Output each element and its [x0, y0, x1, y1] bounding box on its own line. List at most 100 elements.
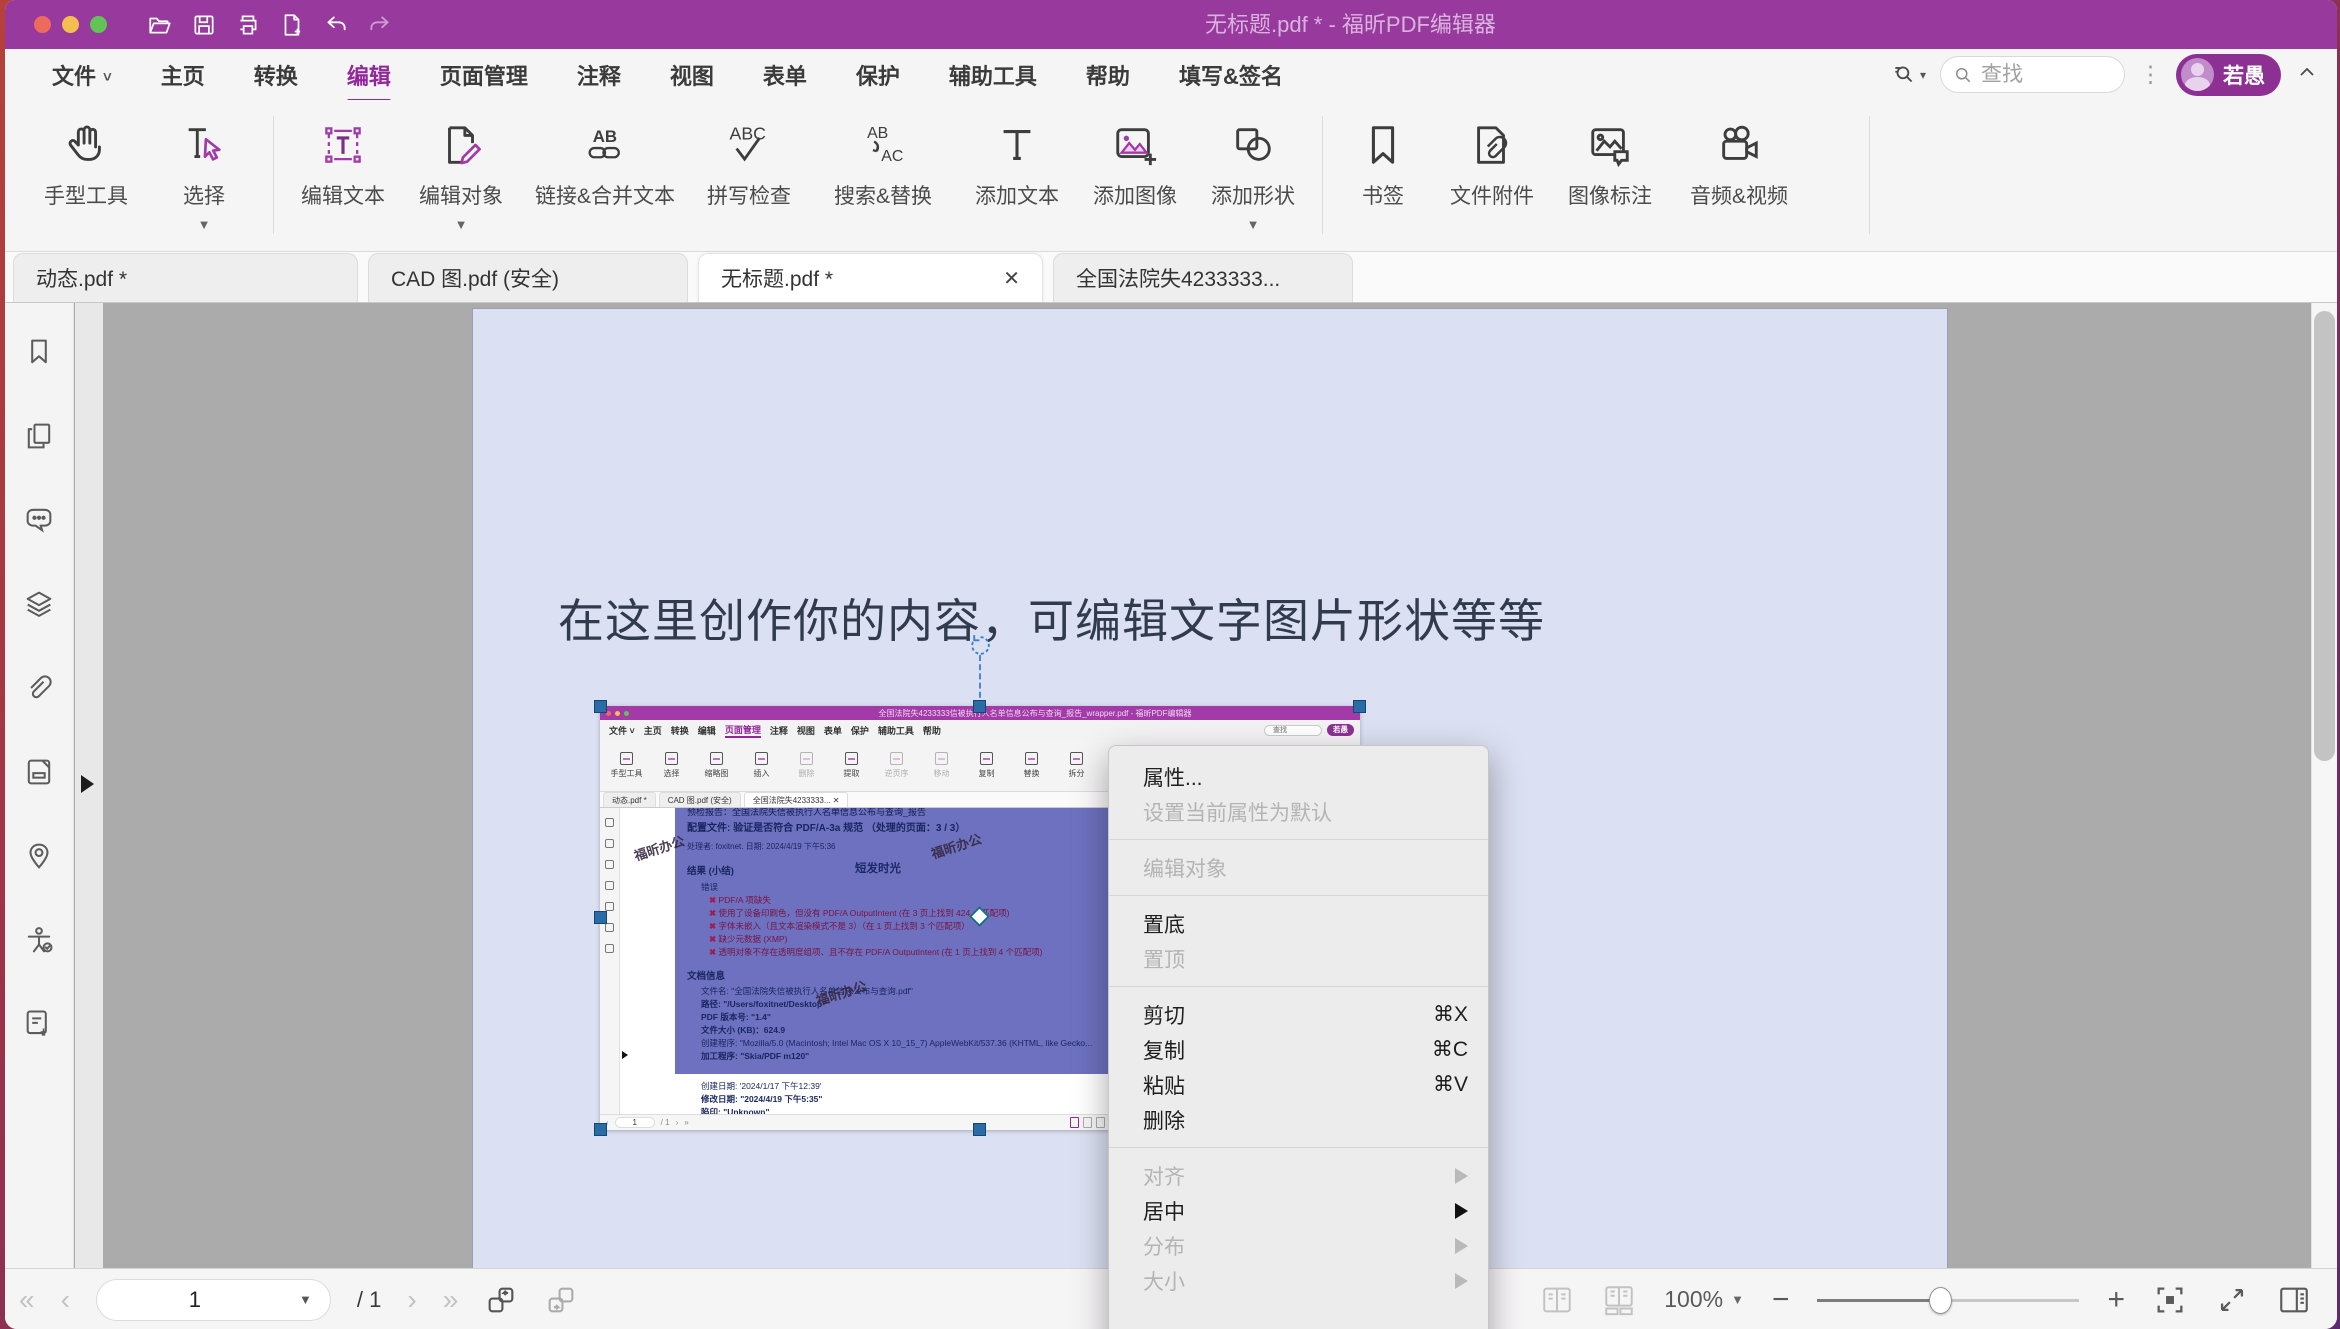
context-menu-item[interactable] [1109, 885, 1488, 906]
document-tab[interactable]: 全国法院失4233333... [1053, 253, 1353, 302]
signatures-panel-icon[interactable] [22, 1007, 56, 1041]
context-menu-item[interactable]: 复制 ⌘C [1109, 1032, 1488, 1067]
zoom-in-icon[interactable]: + [2107, 1285, 2125, 1315]
collapse-ribbon-icon[interactable] [2295, 60, 2319, 89]
previous-page-icon[interactable]: ‹ [61, 1286, 70, 1314]
print-icon[interactable] [235, 12, 261, 38]
add-shape-button[interactable]: 添加形状 ▼ [1194, 114, 1312, 229]
selection-handle-nw[interactable] [594, 700, 607, 713]
advanced-search-icon[interactable]: ▾ [1891, 62, 1926, 88]
context-menu-item[interactable]: 删除 [1109, 1102, 1488, 1137]
fullscreen-icon[interactable] [2215, 1283, 2249, 1317]
spell-check-button[interactable]: ABC 拼写检查 [690, 114, 808, 210]
new-page-icon[interactable] [279, 12, 305, 38]
undo-icon[interactable] [323, 12, 349, 38]
chevron-down-icon[interactable]: ▼ [455, 221, 468, 229]
add-text-button[interactable]: 添加文本 [958, 114, 1076, 210]
next-view-icon[interactable] [544, 1283, 578, 1317]
selection-handle-ne[interactable] [1353, 700, 1366, 713]
zoom-out-icon[interactable]: − [1772, 1285, 1790, 1315]
context-menu-item[interactable]: 编辑对象 [1109, 850, 1488, 885]
context-menu-item[interactable]: 置顶 [1109, 941, 1488, 976]
context-menu-item[interactable]: 设置当前属性为默认 [1109, 794, 1488, 829]
selection-handle-s[interactable] [973, 1123, 986, 1136]
next-page-icon[interactable]: › [407, 1286, 416, 1314]
context-menu-item[interactable]: 居中 [1109, 1193, 1488, 1228]
layers-panel-icon[interactable] [22, 587, 56, 621]
comments-panel-icon[interactable] [22, 503, 56, 537]
menu-tab[interactable]: 页面管理˅ [438, 53, 530, 97]
image-annotation-button[interactable]: 图像标注 [1551, 114, 1669, 210]
context-menu-item[interactable] [1109, 1137, 1488, 1158]
page-number-input[interactable] [115, 1287, 275, 1313]
menu-tab[interactable]: 文件˅ [50, 53, 114, 97]
menu-tab[interactable]: 辅助工具˅ [947, 53, 1039, 97]
zoom-level-dropdown[interactable]: 100%▼ [1664, 1286, 1744, 1313]
context-menu-item[interactable] [1109, 829, 1488, 850]
chevron-down-icon[interactable]: ▼ [198, 221, 211, 229]
document-tab[interactable]: CAD 图.pdf (安全) [368, 253, 688, 302]
redo-icon[interactable] [367, 12, 393, 38]
menu-tab[interactable]: 转换˅ [252, 53, 300, 97]
accessibility-panel-icon[interactable] [22, 923, 56, 957]
menu-tab[interactable]: 主页˅ [159, 53, 207, 97]
zoom-slider[interactable] [1817, 1287, 2079, 1313]
menu-tab[interactable]: 表单˅ [761, 53, 809, 97]
open-folder-icon[interactable] [147, 12, 173, 38]
selection-handle-n[interactable] [973, 700, 986, 713]
hand-tool-button[interactable]: 手型工具 [27, 114, 145, 210]
context-menu-item[interactable] [1109, 976, 1488, 997]
vertical-scrollbar-thumb[interactable] [2314, 311, 2335, 761]
menu-tab[interactable]: 保护˅ [854, 53, 902, 97]
previous-view-icon[interactable] [484, 1283, 518, 1317]
zoom-slider-thumb[interactable] [1929, 1287, 1952, 1314]
add-image-button[interactable]: 添加图像 [1076, 114, 1194, 210]
minimize-window-button[interactable] [62, 16, 79, 33]
facing-view-icon[interactable] [1540, 1283, 1574, 1317]
search-field[interactable] [1940, 56, 2125, 93]
selection-handle-sw[interactable] [594, 1123, 607, 1136]
audio-video-button[interactable]: 音频&视频 [1669, 114, 1809, 210]
bookmarks-panel-icon[interactable] [22, 335, 56, 369]
zoom-window-button[interactable] [90, 16, 107, 33]
document-tab[interactable]: 无标题.pdf * ✕ [698, 253, 1043, 302]
context-menu-item[interactable]: 属性... [1109, 759, 1488, 794]
search-replace-button[interactable]: ABAC 搜索&替换 [808, 114, 958, 210]
side-panel-icon[interactable] [2277, 1283, 2311, 1317]
close-window-button[interactable] [34, 16, 51, 33]
selection-handle-w[interactable] [594, 911, 607, 924]
chevron-down-icon[interactable]: ▼ [299, 1292, 312, 1307]
link-merge-text-button[interactable]: AB 链接&合并文本 [520, 114, 690, 210]
save-icon[interactable] [191, 12, 217, 38]
attachments-panel-icon[interactable] [22, 671, 56, 705]
context-menu-item[interactable]: 剪切 ⌘X [1109, 997, 1488, 1032]
page-text-object[interactable]: 在这里创作你的内容，可编辑文字图片形状等等 [558, 585, 1658, 651]
first-page-icon[interactable]: « [19, 1286, 35, 1314]
page-number-field[interactable]: ▼ [96, 1279, 331, 1321]
user-account-button[interactable]: 若愚 [2176, 54, 2281, 96]
last-page-icon[interactable]: » [443, 1286, 459, 1314]
menu-tab[interactable]: 视图˅ [668, 53, 716, 97]
facing-continuous-view-icon[interactable] [1602, 1283, 1636, 1317]
vertical-scrollbar[interactable] [2311, 303, 2337, 1268]
edit-object-button[interactable]: 编辑对象 ▼ [402, 114, 520, 229]
select-tool-button[interactable]: 选择 ▼ [145, 114, 263, 229]
document-tab[interactable]: 动态.pdf * [13, 253, 358, 302]
context-menu-item[interactable]: 置底 [1109, 906, 1488, 941]
sidebar-expand-icon[interactable] [81, 775, 94, 793]
search-input[interactable] [1981, 63, 2101, 87]
form-fields-panel-icon[interactable] [22, 755, 56, 789]
menu-tab[interactable]: 编辑˅ [345, 53, 393, 97]
menu-tab[interactable]: 帮助˅ [1084, 53, 1132, 97]
pages-panel-icon[interactable] [22, 419, 56, 453]
fit-page-icon[interactable] [2153, 1283, 2187, 1317]
menu-tab[interactable]: 填写&签名˅ [1177, 53, 1285, 97]
file-attachment-button[interactable]: 文件附件 [1433, 114, 1551, 210]
more-options-icon[interactable]: ⋮ [2139, 63, 2162, 86]
menu-tab[interactable]: 注释˅ [575, 53, 623, 97]
context-menu-item[interactable]: 对齐 [1109, 1158, 1488, 1193]
context-menu-item[interactable]: 分布 [1109, 1228, 1488, 1263]
edit-text-button[interactable]: 编辑文本 [284, 114, 402, 210]
destinations-panel-icon[interactable] [22, 839, 56, 873]
context-menu-item[interactable]: 大小 [1109, 1263, 1488, 1298]
